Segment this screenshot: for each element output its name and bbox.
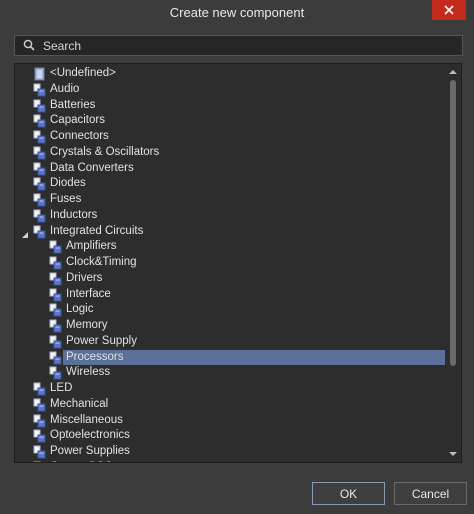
search-icon — [23, 39, 37, 53]
tree-item-label: Quartz OSC — [48, 460, 115, 462]
component-folder-icon — [33, 177, 46, 191]
tree-item[interactable]: Wireless — [15, 365, 445, 381]
component-folder-icon — [49, 303, 62, 317]
tree-item-label: Processors — [66, 350, 124, 363]
component-folder-icon — [33, 445, 46, 459]
tree-item-label: Audio — [50, 82, 80, 95]
close-button[interactable] — [432, 0, 466, 20]
tree-item[interactable]: Power Supply — [15, 334, 445, 350]
tree-item[interactable]: Memory — [15, 318, 445, 334]
tree-item-label: Capacitors — [50, 114, 105, 127]
tree-item-label: LED — [50, 382, 73, 394]
tree-item[interactable]: Diodes — [15, 176, 445, 192]
component-folder-icon — [49, 351, 62, 365]
tree-item[interactable]: <Undefined> — [15, 66, 445, 82]
tree-item-label: Optoelectronics — [50, 429, 130, 442]
tree-scrollbar[interactable] — [445, 64, 461, 462]
tree-item-label: Amplifiers — [66, 240, 117, 253]
tree-item-label: Power Supply — [66, 334, 137, 347]
ok-button[interactable]: OK — [312, 482, 385, 505]
tree-item[interactable]: Capacitors — [15, 113, 445, 129]
tree-item[interactable]: Clock&Timing — [15, 255, 445, 271]
tree-item-label: Logic — [66, 303, 94, 316]
close-icon — [444, 5, 454, 15]
component-folder-icon — [33, 67, 46, 81]
tree-item-label: Diodes — [50, 177, 86, 190]
tree-item[interactable]: Inductors — [15, 208, 445, 224]
component-folder-icon — [49, 272, 62, 286]
tree-item-label: Miscellaneous — [50, 413, 123, 426]
tree-item-label: Connectors — [50, 130, 109, 142]
tree-item-label: Interface — [66, 287, 111, 300]
tree-item-label: Mechanical — [50, 397, 109, 410]
tree-item[interactable]: Connectors — [15, 129, 445, 145]
tree-item-label: Drivers — [66, 271, 103, 284]
scroll-up-icon[interactable] — [449, 68, 457, 76]
tree-item-label: <Undefined> — [50, 67, 116, 79]
tree-item[interactable]: Fuses — [15, 192, 445, 208]
tree-item-label: Power Supplies — [50, 445, 130, 457]
tree-item[interactable]: Data Converters — [15, 161, 445, 177]
component-folder-icon — [33, 209, 46, 223]
tree-item[interactable]: Processors — [15, 349, 445, 366]
component-folder-icon — [33, 130, 46, 144]
component-folder-icon — [33, 162, 46, 176]
component-folder-icon — [33, 461, 46, 462]
component-folder-icon — [49, 366, 62, 380]
scroll-down-icon[interactable] — [449, 450, 457, 458]
tree-item-label: Inductors — [50, 208, 98, 221]
component-folder-icon — [49, 256, 62, 270]
tree-item[interactable]: Batteries — [15, 98, 445, 114]
tree-item-label: Clock&Timing — [66, 256, 137, 268]
component-folder-icon — [33, 114, 46, 128]
tree-item[interactable]: Audio — [15, 82, 445, 98]
component-folder-icon — [49, 335, 62, 349]
search-input[interactable] — [43, 38, 423, 53]
component-folder-icon — [33, 382, 46, 396]
dialog-title: Create new component — [169, 5, 305, 20]
tree-item[interactable]: Mechanical — [15, 397, 445, 413]
tree-item[interactable]: Power Supplies — [15, 444, 445, 460]
component-folder-icon — [49, 240, 62, 254]
tree-item[interactable]: Optoelectronics — [15, 428, 445, 444]
tree-item[interactable]: Interface — [15, 287, 445, 303]
expand-arrow-icon[interactable] — [22, 228, 28, 238]
component-folder-icon — [33, 146, 46, 160]
tree-item-label: Fuses — [50, 193, 82, 205]
component-folder-icon — [33, 193, 46, 207]
component-folder-icon — [33, 99, 46, 113]
tree-item-label: Data Converters — [50, 161, 134, 174]
cancel-button[interactable]: Cancel — [394, 482, 467, 505]
tree-item[interactable]: LED — [15, 381, 445, 397]
component-tree[interactable]: <Undefined> Audio Batteries Capacitors Conne… — [14, 63, 462, 463]
tree-item[interactable]: Crystals & Oscillators — [15, 145, 445, 161]
tree-item-label: Wireless — [66, 366, 111, 379]
component-folder-icon — [33, 429, 46, 443]
tree-item-label: Integrated Circuits — [50, 224, 144, 237]
search-box[interactable] — [14, 35, 463, 56]
title-bar: Create new component — [0, 0, 474, 26]
scroll-thumb[interactable] — [450, 80, 456, 366]
component-folder-icon — [33, 398, 46, 412]
component-folder-icon — [33, 225, 46, 239]
tree-rows: <Undefined> Audio Batteries Capacitors Conne… — [15, 66, 445, 462]
tree-item[interactable]: Quartz OSC — [15, 460, 445, 462]
tree-item[interactable]: Amplifiers — [15, 239, 445, 255]
tree-item-label: Memory — [66, 319, 108, 331]
component-folder-icon — [49, 319, 62, 333]
tree-item[interactable]: Miscellaneous — [15, 413, 445, 429]
component-folder-icon — [33, 414, 46, 428]
tree-item[interactable]: Drivers — [15, 271, 445, 287]
component-folder-icon — [33, 83, 46, 97]
tree-item[interactable]: Logic — [15, 302, 445, 318]
component-folder-icon — [49, 288, 62, 302]
tree-item-label: Crystals & Oscillators — [50, 145, 160, 158]
tree-item[interactable]: Integrated Circuits — [15, 224, 445, 240]
tree-item-label: Batteries — [50, 98, 96, 111]
